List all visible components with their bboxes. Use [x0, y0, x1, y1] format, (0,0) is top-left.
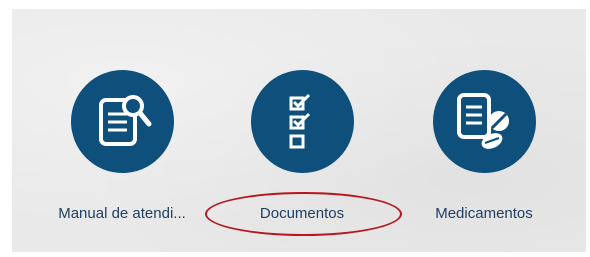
app-launcher-panel: Manual de atendi... Documentos Medicamen… [12, 9, 586, 252]
tile-circle [251, 70, 354, 173]
document-pills-icon [456, 92, 509, 149]
tile-label: Medicamentos [435, 205, 533, 222]
tile-manual-de-atendimento[interactable]: Manual de atendi... [32, 9, 212, 252]
tile-label: Documentos [259, 205, 345, 222]
document-magnifier-icon [98, 94, 151, 146]
tile-circle [71, 70, 174, 173]
checklist-icon [289, 93, 310, 148]
tile-documentos[interactable]: Documentos [212, 9, 392, 252]
tile-medicamentos[interactable]: Medicamentos [394, 9, 574, 252]
tile-label: Manual de atendi... [58, 205, 186, 222]
tile-circle [433, 70, 536, 173]
